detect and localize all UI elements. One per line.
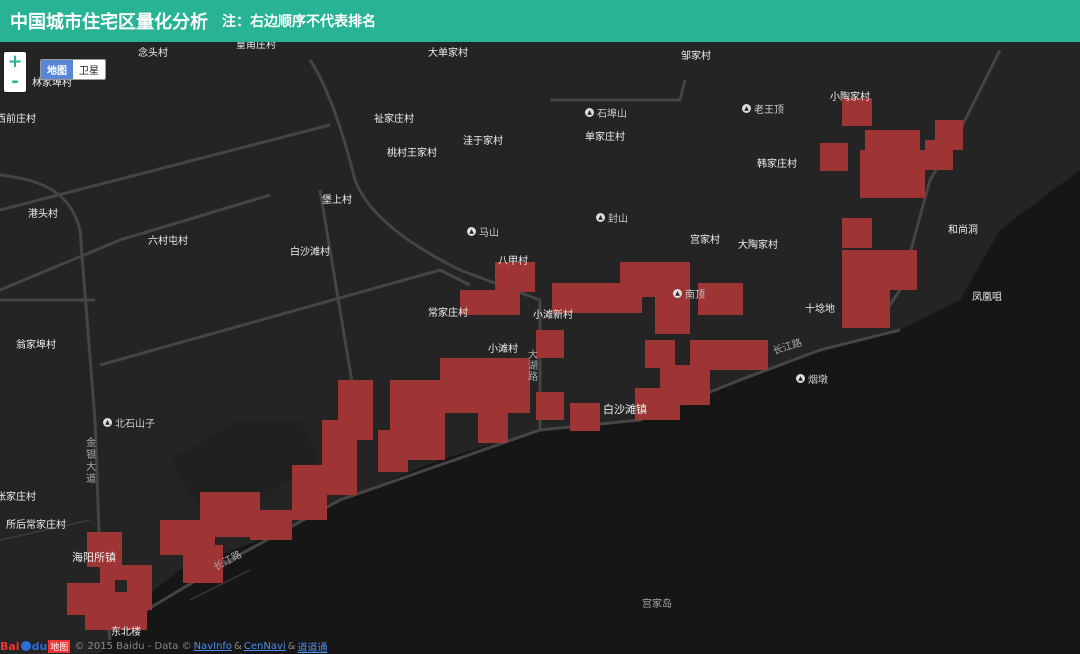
- place-label: 大单家村: [428, 48, 468, 59]
- mountain-icon: ▲: [467, 227, 476, 236]
- map-base-layer: [0, 42, 1080, 654]
- paw-icon: [20, 641, 31, 651]
- place-label: 八甲村: [498, 256, 528, 267]
- zoom-control: + -: [4, 52, 26, 92]
- place-label: 海阳所镇: [72, 551, 116, 564]
- amp-text: &: [287, 640, 296, 652]
- page-title: 中国城市住宅区量化分析: [10, 12, 208, 33]
- place-label: 韩家庄村: [757, 159, 797, 170]
- baidu-map-logo[interactable]: Bai du 地图: [0, 639, 71, 653]
- place-label: 宫家岛: [642, 599, 672, 610]
- poi-marker[interactable]: ▲ 烟墩: [796, 371, 828, 386]
- heat-cell: [536, 330, 564, 358]
- heat-cell: [820, 143, 848, 171]
- place-label: 张家庄村: [0, 492, 36, 503]
- place-label: 念头村: [138, 48, 168, 59]
- poi-marker[interactable]: ▲ 南顶: [673, 286, 705, 301]
- heat-cell: [478, 395, 508, 443]
- map-canvas[interactable]: 念头村 皇甫庄村 大单家村 邹家村 林家埠村 西前庄村 祉家庄村 桃村王家村 洼…: [0, 42, 1080, 654]
- mountain-icon: ▲: [673, 289, 682, 298]
- poi-marker[interactable]: ▲ 石埠山: [585, 105, 627, 120]
- place-label: 宫家村: [690, 235, 720, 246]
- copyright-text: © 2015 Baidu - Data ©: [74, 640, 192, 652]
- place-label: 十埝地: [805, 304, 835, 315]
- place-label: 西前庄村: [0, 114, 36, 125]
- daodaotong-link[interactable]: 道道通: [297, 639, 327, 654]
- map-footer: Bai du 地图 © 2015 Baidu - Data © NavInfo …: [0, 638, 329, 654]
- amp-text: &: [234, 640, 242, 652]
- place-label: 常家庄村: [428, 308, 468, 319]
- place-label: 邹家村: [681, 51, 711, 62]
- heat-cell: [645, 340, 675, 368]
- zoom-in-button[interactable]: +: [4, 52, 26, 72]
- cennavi-link[interactable]: CenNavi: [244, 641, 286, 652]
- heat-cell: [925, 140, 953, 170]
- heat-cell: [860, 150, 925, 198]
- heat-hole: [115, 580, 127, 592]
- zoom-out-button[interactable]: -: [4, 72, 26, 92]
- place-label: 桃村王家村: [387, 148, 437, 159]
- heat-cell: [842, 290, 890, 328]
- poi-marker[interactable]: ▲ 封山: [596, 210, 628, 225]
- poi-marker[interactable]: ▲ 北石山子: [103, 415, 155, 430]
- place-label: 所后常家庄村: [6, 520, 66, 531]
- place-label: 和尚洞: [948, 225, 978, 236]
- place-label: 小陶家村: [830, 92, 870, 103]
- heat-cell: [460, 290, 520, 315]
- place-label: 单家庄村: [585, 132, 625, 143]
- place-label: 白沙滩村: [290, 247, 330, 258]
- heat-cell: [378, 430, 408, 472]
- place-label: 六村屯村: [148, 236, 188, 247]
- heat-cell: [250, 510, 292, 540]
- mountain-icon: ▲: [103, 418, 112, 427]
- place-label: 皇甫庄村: [236, 42, 276, 51]
- place-label: 白沙滩镇: [603, 403, 647, 416]
- page-note: 注：右边顺序不代表排名: [222, 14, 376, 30]
- heat-cell: [842, 218, 872, 248]
- place-label: 堡上村: [322, 195, 352, 206]
- poi-marker[interactable]: ▲ 老王顶: [742, 101, 784, 116]
- place-label: 凤凰咀: [972, 292, 1002, 303]
- map-type-map-button[interactable]: 地图: [41, 60, 73, 79]
- place-label: 大陶家村: [738, 240, 778, 251]
- mountain-icon: ▲: [596, 213, 605, 222]
- place-label: 祉家庄村: [374, 114, 414, 125]
- navinfo-link[interactable]: NavInfo: [194, 641, 232, 652]
- mountain-icon: ▲: [585, 108, 594, 117]
- place-label: 洼于家村: [463, 136, 503, 147]
- mountain-icon: ▲: [742, 104, 751, 113]
- heat-cell: [322, 420, 357, 495]
- heat-cell: [842, 250, 917, 290]
- poi-marker[interactable]: ▲ 马山: [467, 224, 499, 239]
- place-label: 翁家埠村: [16, 340, 56, 351]
- page-header: 中国城市住宅区量化分析 注：右边顺序不代表排名: [0, 0, 1080, 42]
- map-type-satellite-button[interactable]: 卫星: [73, 60, 105, 79]
- map-type-switch: 地图 卫星: [40, 59, 106, 80]
- road-label: 大湖路: [528, 350, 538, 383]
- heat-cell: [292, 465, 327, 520]
- heat-cell: [536, 392, 564, 420]
- place-label: 小滩村: [488, 344, 518, 355]
- place-label: 港头村: [28, 209, 58, 220]
- heat-cell: [570, 403, 600, 431]
- place-label: 小滩新村: [533, 310, 573, 321]
- road-label: 金银大道: [86, 438, 96, 485]
- mountain-icon: ▲: [796, 374, 805, 383]
- place-label: 东北楼: [111, 627, 141, 638]
